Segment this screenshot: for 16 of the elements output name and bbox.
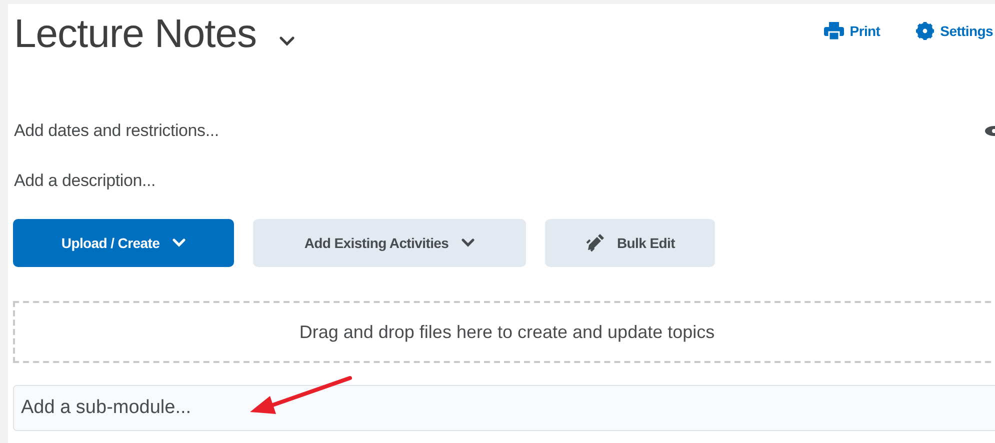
eye-icon[interactable] xyxy=(985,125,995,137)
settings-icon xyxy=(916,22,934,40)
printer-icon xyxy=(824,22,844,40)
chevron-down-icon[interactable] xyxy=(278,36,295,47)
chevron-down-icon xyxy=(172,238,186,248)
description-link[interactable]: Add a description... xyxy=(14,171,156,191)
settings-button[interactable]: Settings xyxy=(916,22,993,40)
pencil-icon xyxy=(585,233,605,253)
chevron-down-icon xyxy=(460,238,475,248)
page-title: Lecture Notes xyxy=(14,12,257,57)
dates-link[interactable]: Add dates and restrictions... xyxy=(14,121,219,141)
dropdown-button[interactable]: Upload / Create xyxy=(13,219,234,267)
bulk-edit-button[interactable]: Bulk Edit xyxy=(545,219,715,267)
print-button[interactable]: Print xyxy=(824,22,880,40)
submodule-field[interactable]: Add a sub-module... xyxy=(13,385,995,431)
dropdown-button[interactable]: Add Existing Activities xyxy=(253,219,526,267)
